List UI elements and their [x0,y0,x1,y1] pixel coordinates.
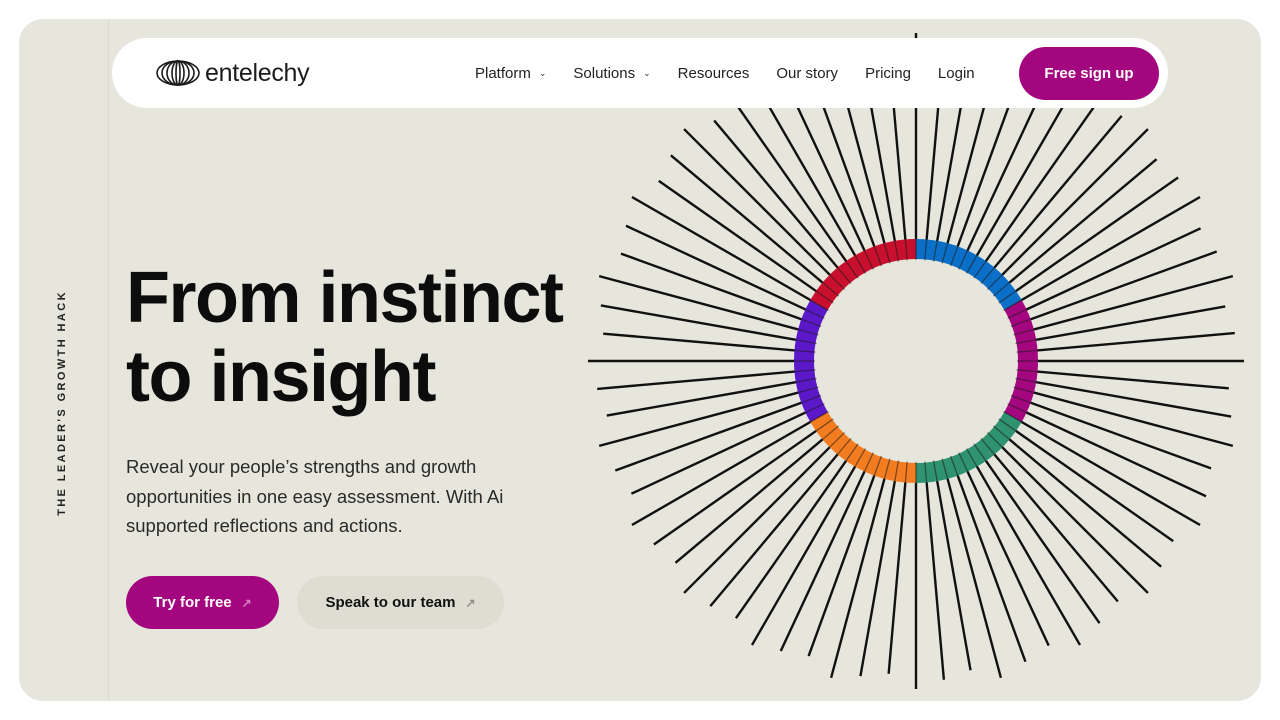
sunburst-ray [658,179,833,303]
chevron-down-icon: ⌄ [538,67,547,78]
headline-line-1: From instinct [126,258,564,338]
sunburst-ray [994,426,1162,568]
brand-logo[interactable]: entelechy [155,58,310,88]
sunburst-ray [709,439,851,607]
entelechy-logo-icon [156,60,200,86]
sunburst-ray [597,368,814,391]
nav-resources[interactable]: Resources [678,65,750,82]
sunburst-ray [958,453,1050,647]
nav-solutions-label: Solutions [573,64,636,82]
free-signup-button[interactable]: Free sign up [1019,47,1159,100]
nav-platform[interactable]: Platform ⌄ [475,65,546,82]
sunburst-ray [981,115,1123,283]
hero-headline: From instinct to insight [126,259,626,417]
brand-name: entelechy [205,58,310,87]
top-navigation: entelechy Platform ⌄ Solutions ⌄ Resourc… [112,38,1168,108]
arrow-up-right-icon: ↗ [465,595,476,610]
sunburst-ray [974,444,1101,624]
nav-login[interactable]: Login [938,65,975,82]
sunburst-ray [674,426,838,564]
sunburst-ray [1008,227,1202,319]
sunburst-ray [1018,331,1235,354]
sunburst-ray [734,444,858,619]
try-for-free-label: Try for free [153,594,232,611]
hero-frame: THE LEADER'S GROWTH HACK entelechy Platf… [19,19,1261,701]
sunburst-ray [923,463,946,680]
nav-solutions[interactable]: Solutions ⌄ [573,65,650,82]
nav-our-story[interactable]: Our story [776,65,838,82]
speak-to-team-label: Speak to our team [325,594,456,611]
sunburst-ray [999,176,1179,303]
try-for-free-button[interactable]: Try for free ↗ [126,576,279,629]
chevron-down-icon: ⌄ [643,67,651,78]
sunburst-ray [630,403,824,495]
sunburst-ray [713,119,851,283]
sunburst-ray [670,154,838,296]
hero-subtext: Reveal your people’s strengths and growt… [126,456,504,536]
sunburst-ray [999,419,1174,543]
sunburst-ray [731,98,858,278]
sunburst-ray [981,439,1119,603]
sunburst-ray [974,103,1098,278]
speak-to-team-button[interactable]: Speak to our team ↗ [297,576,504,629]
nav-links: Platform ⌄ Solutions ⌄ Resources Our sto… [475,38,1002,108]
ring-center [815,260,1017,462]
sunburst-ray [653,419,833,546]
nav-platform-label: Platform [475,64,531,82]
headline-line-2: to insight [126,337,436,417]
arrow-up-right-icon: ↗ [241,595,252,610]
nav-pricing[interactable]: Pricing [865,65,911,82]
sunburst-ray [994,158,1158,296]
